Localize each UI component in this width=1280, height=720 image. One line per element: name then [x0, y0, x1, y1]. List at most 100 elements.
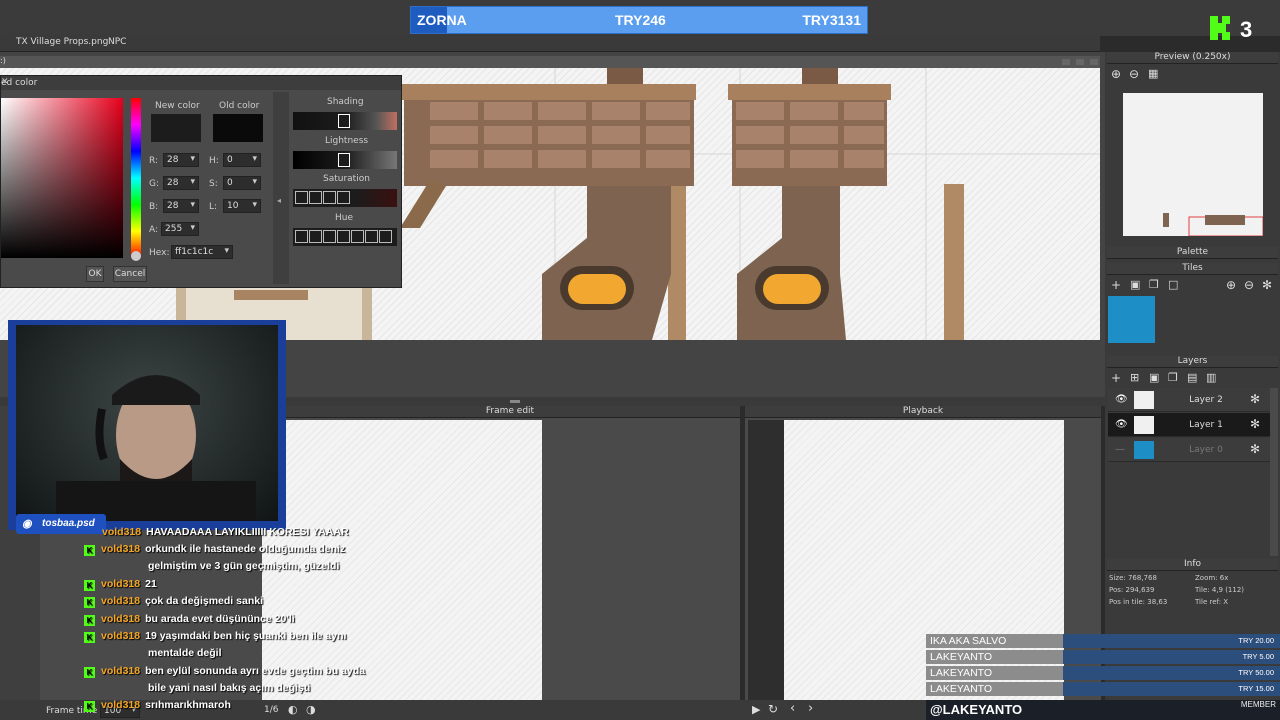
red-input[interactable]: 28	[163, 153, 199, 167]
hue-cell[interactable]	[337, 230, 350, 243]
lightness-selector[interactable]	[338, 153, 350, 167]
delete-layer-icon[interactable]: ▣	[1149, 371, 1159, 384]
old-color-swatch[interactable]	[213, 114, 263, 142]
add-group-icon[interactable]: ⊞	[1130, 371, 1139, 384]
blue-input[interactable]: 28	[163, 199, 199, 213]
collapse-arrow-icon[interactable]: ◂	[277, 196, 281, 205]
layer-settings-icon[interactable]: ✻	[1250, 392, 1260, 406]
chat-user: vold318	[102, 526, 142, 538]
layer-name: Layer 1	[1189, 420, 1223, 430]
kick-badge-icon: K	[84, 615, 95, 626]
saturation-cell[interactable]	[295, 191, 308, 204]
green-input[interactable]: 28	[163, 176, 199, 190]
layer-settings-icon[interactable]: ✻	[1250, 442, 1260, 456]
tiles-settings-icon[interactable]: ✻	[1262, 278, 1272, 292]
hue-cell[interactable]	[365, 230, 378, 243]
layer-row-2[interactable]: 👁 Layer 2 ✻	[1108, 388, 1270, 412]
lightness-strip[interactable]	[293, 151, 397, 169]
alpha-input[interactable]: 255	[161, 222, 199, 236]
add-layer-icon[interactable]: +	[1111, 371, 1121, 385]
frame-counter: 1/6	[264, 705, 279, 715]
loop-icon[interactable]: ↻	[768, 702, 778, 716]
shading-strip[interactable]	[293, 112, 397, 130]
chat-user: vold318	[101, 578, 141, 590]
hex-input[interactable]: ff1c1c1c	[171, 245, 233, 259]
shading-selector[interactable]	[338, 114, 350, 128]
add-tile-icon[interactable]: +	[1111, 278, 1121, 292]
merge-layer-icon[interactable]: ▤	[1187, 371, 1197, 384]
layer-row-0[interactable]: — Layer 0 ✻	[1108, 438, 1270, 462]
tile-frame-icon[interactable]: □	[1168, 278, 1178, 291]
donation-goal-left: ZORNA	[417, 12, 467, 28]
tiles-zoom-in-icon[interactable]: ⊕	[1226, 278, 1236, 292]
saturation-input[interactable]: 0	[223, 176, 261, 190]
chat-text: gelmiştim ve 3 gün geçmiştim, güzeldi	[148, 560, 340, 572]
tile-swatch[interactable]	[1108, 296, 1155, 343]
zoom-out-icon[interactable]: ⊖	[1129, 67, 1139, 81]
canvas-window-controls[interactable]	[1062, 57, 1102, 67]
hue-cell[interactable]	[295, 230, 308, 243]
chat-message-continued: gelmiştim ve 3 gün geçmiştim, güzeldi	[148, 560, 339, 576]
layer-settings-icon[interactable]: ✻	[1250, 417, 1260, 431]
donation-row: IKA AKA SALVO TRY 20.00	[926, 634, 1280, 648]
saturation-value-square[interactable]	[1, 98, 123, 258]
cancel-button[interactable]: Cancel	[113, 266, 147, 282]
file-tabs: TX Village Props.png NPC	[0, 34, 1100, 52]
canvas-label: :)	[0, 56, 6, 65]
latest-supporter-handle: @LAKEYANTO	[930, 702, 1023, 717]
delete-tile-icon[interactable]: ▣	[1130, 278, 1140, 291]
close-icon[interactable]: ✕	[1, 77, 395, 87]
palette-header: Palette	[1107, 247, 1278, 259]
onion-skin-icon[interactable]: ◐	[288, 703, 298, 716]
saturation-cell[interactable]	[323, 191, 336, 204]
donation-row: LAKEYANTO TRY 15.00	[926, 682, 1280, 696]
tab-npc[interactable]: NPC	[108, 37, 126, 47]
chat-text: ben eylül sonunda ayrı evde geçtim bu ay…	[145, 665, 366, 677]
hue-cell[interactable]	[309, 230, 322, 243]
hue-cell[interactable]	[351, 230, 364, 243]
play-icon[interactable]: ▶	[752, 703, 760, 716]
hue-slider[interactable]	[131, 98, 141, 258]
saturation-cell[interactable]	[309, 191, 322, 204]
chat-text: srıhmarıkhmaroh	[145, 699, 231, 711]
info-zoom: Zoom: 6x	[1195, 574, 1229, 582]
saturation-strip[interactable]	[293, 189, 397, 207]
layer-props-icon[interactable]: ▥	[1206, 371, 1216, 384]
color-dialog-titlebar[interactable]: ed color ✕	[1, 76, 401, 90]
zoom-in-icon[interactable]: ⊕	[1111, 67, 1121, 81]
hue-slider-handle[interactable]	[131, 251, 141, 261]
lightness-input[interactable]: 10	[223, 199, 261, 213]
duplicate-layer-icon[interactable]: ❐	[1168, 371, 1178, 384]
shading-label: Shading	[327, 97, 364, 107]
hidden-eye-icon[interactable]: —	[1115, 444, 1125, 455]
hue-cell[interactable]	[323, 230, 336, 243]
eye-icon[interactable]: 👁	[1115, 419, 1128, 430]
chat-text: bile yani nasıl bakış açım değişti	[148, 682, 311, 694]
hue-strip[interactable]	[293, 228, 397, 246]
ok-button[interactable]: OK	[86, 266, 104, 282]
layer-thumbnail	[1134, 416, 1154, 434]
eye-icon[interactable]: 👁	[1115, 394, 1128, 405]
tab-village-props[interactable]: TX Village Props.png	[16, 37, 108, 47]
chat-text: mentalde değil	[148, 647, 222, 659]
color-picker-dialog: ed color ✕ New color Old color R: 28 G: …	[0, 75, 402, 288]
preview-thumbnail[interactable]	[1123, 93, 1263, 236]
saturation-cell[interactable]	[337, 191, 350, 204]
duplicate-tile-icon[interactable]: ❐	[1149, 278, 1159, 291]
splitter-grip[interactable]	[510, 400, 520, 403]
hue-cell[interactable]	[379, 230, 392, 243]
hue-input[interactable]: 0	[223, 153, 261, 167]
onion-skin-next-icon[interactable]: ◑	[306, 703, 316, 716]
tiles-zoom-out-icon[interactable]: ⊖	[1244, 278, 1254, 292]
donation-name: LAKEYANTO	[926, 682, 1063, 696]
layers-scrollbar[interactable]	[1270, 388, 1278, 556]
layer-row-1[interactable]: 👁 Layer 1 ✻	[1108, 413, 1270, 437]
discord-handle: tosbaa.psd	[42, 518, 95, 529]
fit-view-icon[interactable]: ▦	[1148, 67, 1158, 80]
info-pos: Pos: 294,639	[1109, 586, 1155, 594]
chat-message: Kvold318 orkundk ile hastanede olduğumda …	[84, 543, 345, 559]
next-frame-icon[interactable]: ›	[808, 701, 813, 716]
hue-label: H:	[209, 156, 219, 166]
prev-frame-icon[interactable]: ‹	[790, 701, 795, 716]
saturation-label: S:	[209, 179, 218, 189]
